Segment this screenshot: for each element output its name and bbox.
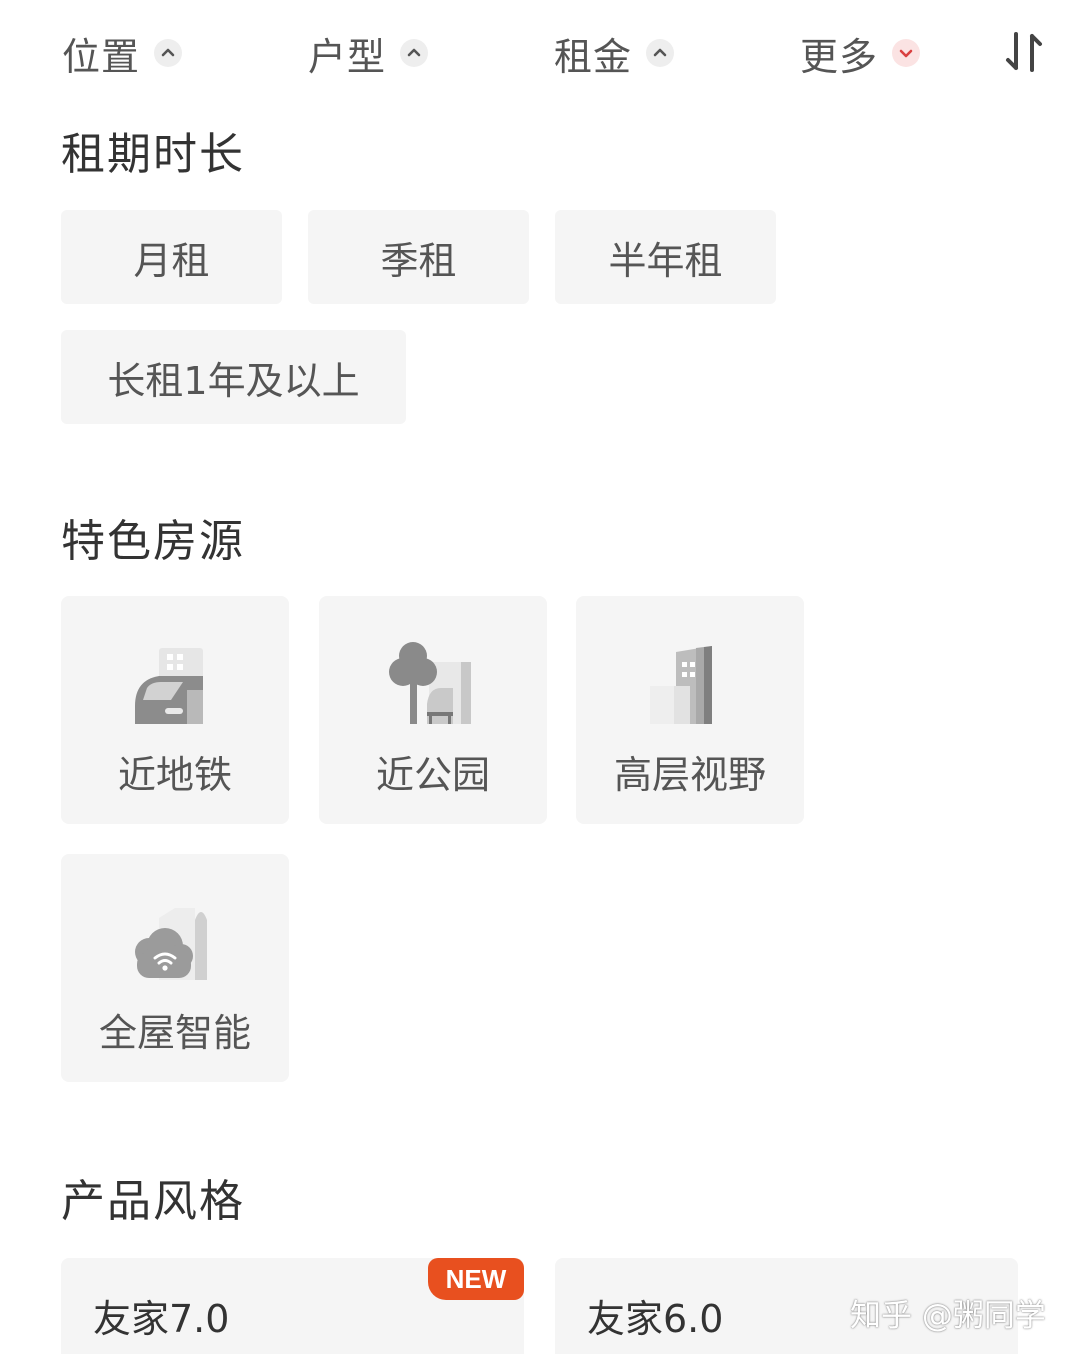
watermark: 知乎 @粥同学 xyxy=(850,1298,1046,1334)
tab-layout[interactable]: 户型 xyxy=(308,28,429,79)
feature-card-subway[interactable]: 近地铁 xyxy=(61,596,289,824)
section-title-lease-term: 租期时长 xyxy=(61,129,245,180)
chevron-up-icon xyxy=(400,39,429,67)
new-badge: NEW xyxy=(428,1258,524,1300)
tab-label: 租金 xyxy=(554,34,633,79)
tab-location[interactable]: 位置 xyxy=(62,28,183,79)
tab-label: 更多 xyxy=(800,34,879,79)
chip-monthly[interactable]: 月租 xyxy=(61,210,282,304)
high-rise-icon xyxy=(640,636,740,736)
chip-long-term[interactable]: 长租1年及以上 xyxy=(61,330,406,424)
smart-home-icon xyxy=(125,894,225,994)
subway-icon xyxy=(125,636,225,736)
tab-rent[interactable]: 租金 xyxy=(554,28,675,79)
chevron-up-icon xyxy=(646,39,675,67)
feature-label: 近地铁 xyxy=(117,753,232,797)
style-card-youjia-7[interactable]: 友家7.0 NEW xyxy=(61,1258,524,1354)
sort-arrows-icon[interactable] xyxy=(1000,28,1048,76)
section-title-product-style: 产品风格 xyxy=(61,1176,245,1227)
filter-bar: 位置 户型 租金 更多 xyxy=(0,0,1080,104)
feature-label: 高层视野 xyxy=(613,753,766,797)
style-label: 友家6.0 xyxy=(587,1297,724,1341)
feature-label: 全屋智能 xyxy=(98,1011,251,1055)
chip-quarterly[interactable]: 季租 xyxy=(308,210,529,304)
style-label: 友家7.0 xyxy=(93,1297,230,1341)
tab-label: 位置 xyxy=(62,34,141,79)
section-title-features: 特色房源 xyxy=(61,516,245,567)
feature-card-smart-home[interactable]: 全屋智能 xyxy=(61,854,289,1082)
feature-card-park[interactable]: 近公园 xyxy=(319,596,547,824)
feature-label: 近公园 xyxy=(375,753,490,797)
chevron-down-icon xyxy=(892,39,921,67)
park-icon xyxy=(383,636,483,736)
tab-more[interactable]: 更多 xyxy=(800,28,921,79)
tab-label: 户型 xyxy=(308,34,387,79)
chip-half-year[interactable]: 半年租 xyxy=(555,210,776,304)
feature-card-high-rise[interactable]: 高层视野 xyxy=(576,596,804,824)
chevron-up-icon xyxy=(154,39,183,67)
